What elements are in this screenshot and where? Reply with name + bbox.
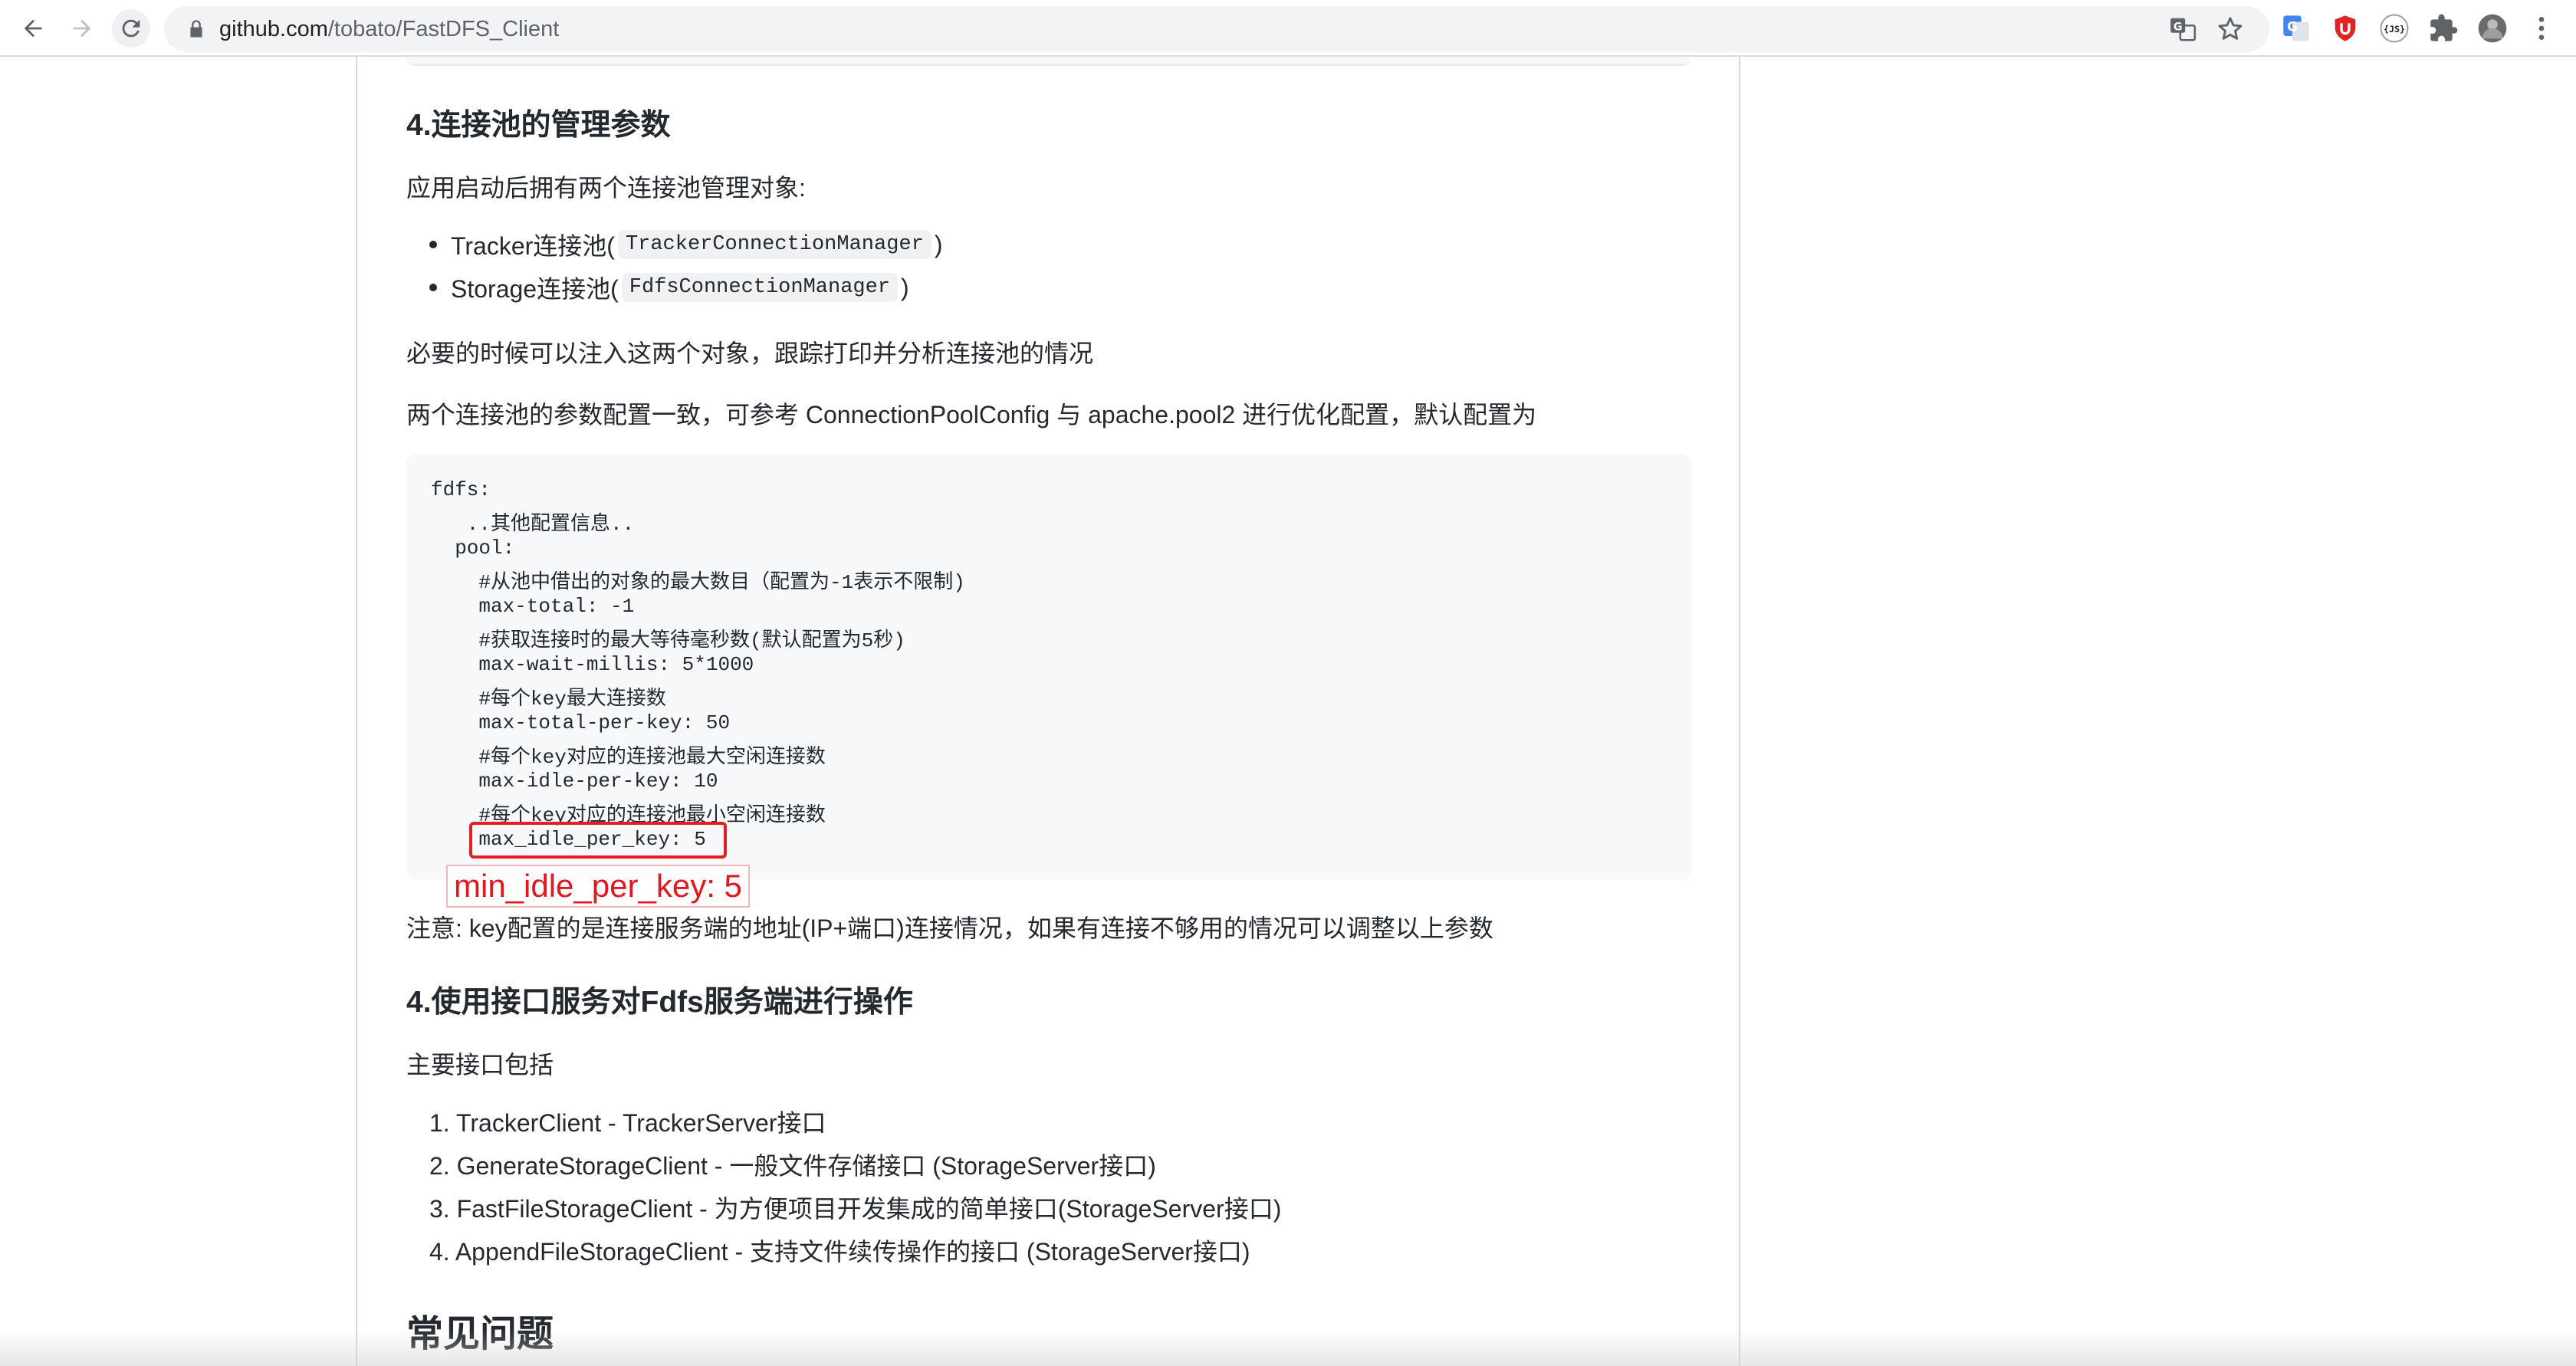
section-api-heading: 4.使用接口服务对Fdfs服务端进行操作: [406, 986, 913, 1019]
list-item: Storage连接池( FdfsConnectionManager ): [429, 270, 909, 305]
json-viewer-icon: {JS}: [2380, 14, 2409, 43]
profile-avatar[interactable]: [2476, 12, 2509, 44]
extensions-icon: [2430, 14, 2458, 41]
section-pool-heading: 4.连接池的管理参数: [406, 109, 671, 142]
code-line: max-wait-millis: 5*1000: [431, 653, 754, 676]
forward-button[interactable]: [63, 9, 101, 48]
profile-avatar-icon: [2478, 14, 2507, 43]
google-translate-extension[interactable]: G: [2280, 12, 2312, 44]
code-line: max-idle-per-key: 10: [431, 770, 718, 793]
list-item: 3. FastFileStorageClient - 为方便项目开发集成的简单接…: [429, 1195, 1282, 1223]
back-icon: [24, 19, 42, 38]
page-content: 4.连接池的管理参数 应用启动后拥有两个连接池管理对象: Tracker连接池(…: [0, 57, 2576, 1366]
forward-icon: [73, 19, 91, 38]
translate-icon[interactable]: G: [2168, 15, 2197, 44]
correction-annotation: min_idle_per_key: 5: [446, 865, 750, 908]
code-line: #每个key最大连接数: [431, 688, 666, 711]
code-line: #获取连接时的最大等待毫秒数(默认配置为5秒): [431, 629, 905, 652]
intro-paragraph: 应用启动后拥有两个连接池管理对象:: [406, 174, 806, 202]
list-item: 2. GenerateStorageClient - 一般文件存储接口 (Sto…: [429, 1152, 1156, 1180]
code-line: max-total: -1: [431, 595, 635, 618]
config-paragraph: 两个连接池的参数配置一致，可参考 ConnectionPoolConfig 与 …: [406, 401, 1537, 429]
api-intro-paragraph: 主要接口包括: [406, 1051, 554, 1079]
lock-icon[interactable]: [186, 18, 207, 40]
ublock-extension[interactable]: [2329, 12, 2361, 44]
inline-code: FdfsConnectionManager: [621, 273, 899, 302]
menu-icon: [2538, 17, 2545, 40]
reload-button[interactable]: [112, 9, 150, 48]
code-line: max-total-per-key: 50: [431, 711, 731, 734]
extensions-button[interactable]: [2427, 12, 2459, 44]
previous-code-block-edge: [406, 57, 1691, 66]
bottom-shadow: [0, 1329, 2576, 1366]
url-text[interactable]: github.com/tobato/FastDFS_Client: [219, 6, 559, 52]
highlight-box: [469, 822, 727, 859]
ublock-icon: [2334, 15, 2356, 41]
reload-icon: [122, 19, 140, 38]
address-bar[interactable]: github.com/tobato/FastDFS_Client G: [164, 6, 2269, 52]
back-button[interactable]: [14, 9, 52, 48]
inject-paragraph: 必要的时候可以注入这两个对象，跟踪打印并分析连接池的情况: [406, 340, 1094, 367]
list-item: 1. TrackerClient - TrackerServer接口: [429, 1109, 826, 1137]
code-line: pool:: [431, 537, 515, 560]
svg-text:G: G: [2174, 21, 2183, 34]
code-line: ..其他配置信息..: [431, 513, 635, 536]
code-line: fdfs:: [431, 478, 491, 501]
svg-text:G: G: [2287, 19, 2298, 34]
bullet-dot: [429, 241, 437, 248]
inline-code: TrackerConnectionManager: [617, 230, 932, 259]
note-paragraph: 注意: key配置的是连接服务端的地址(IP+端口)连接情况，如果有连接不够用的…: [406, 914, 1493, 942]
code-line: #从池中借出的对象的最大数目（配置为-1表示不限制): [431, 571, 965, 594]
svg-text:{JS}: {JS}: [2384, 24, 2405, 34]
browser-toolbar: github.com/tobato/FastDFS_Client G G {JS…: [0, 0, 2576, 57]
menu-button[interactable]: [2525, 12, 2558, 44]
bullet-dot: [429, 284, 437, 291]
code-line: #每个key对应的连接池最大空闲连接数: [431, 746, 826, 769]
star-icon[interactable]: [2216, 15, 2245, 44]
google-translate-icon: G: [2283, 15, 2309, 41]
list-item: 4. AppendFileStorageClient - 支持文件续传操作的接口…: [429, 1238, 1250, 1266]
list-item: Tracker连接池( TrackerConnectionManager ): [429, 227, 942, 262]
json-viewer-extension[interactable]: {JS}: [2378, 12, 2410, 44]
